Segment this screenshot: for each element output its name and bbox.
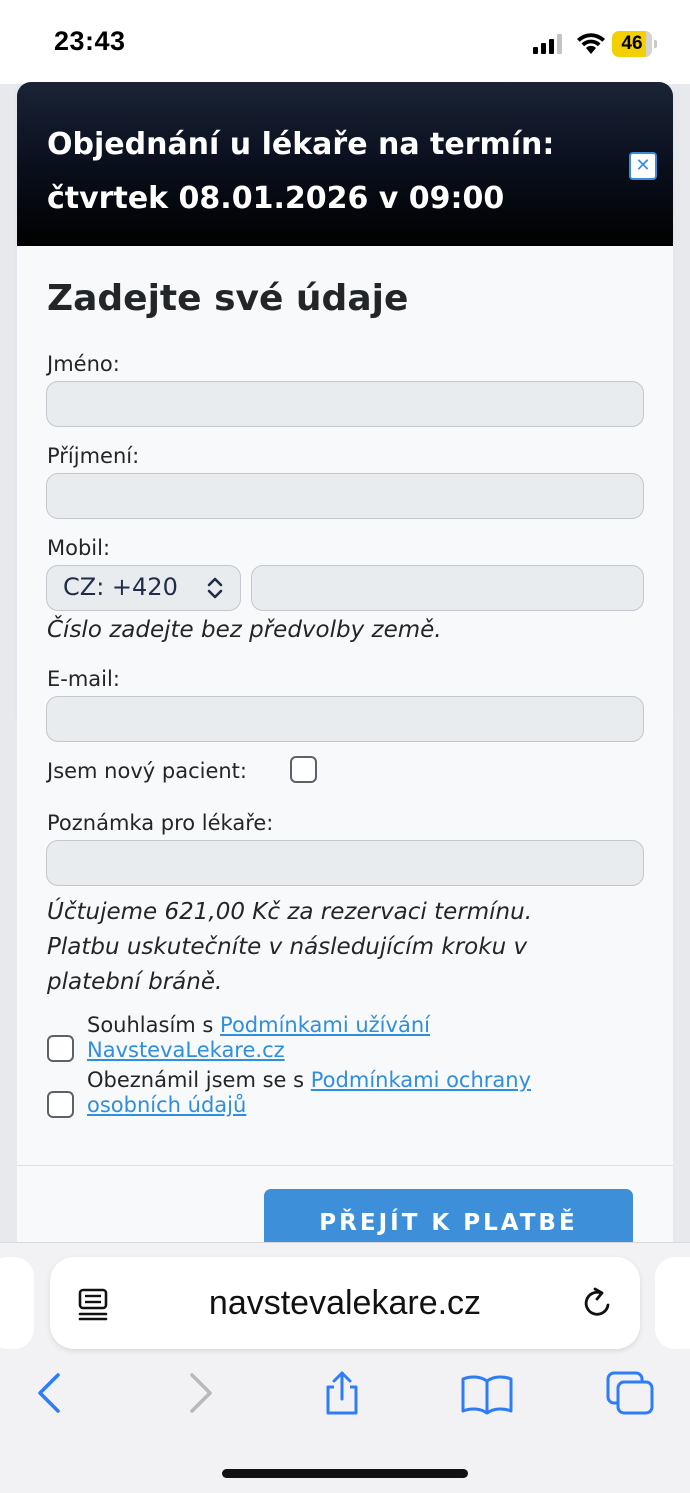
mobile-number-input[interactable]	[251, 565, 644, 611]
modal-header: Objednání u lékaře na termín: čtvrtek 08…	[17, 82, 673, 246]
payment-note: Účtujeme 621,00 Kč za rezervaci termínu.…	[47, 895, 647, 1000]
cellular-signal-icon	[533, 34, 562, 54]
bookmarks-icon[interactable]	[460, 1371, 514, 1415]
booking-modal: Objednání u lékaře na termín: čtvrtek 08…	[17, 82, 673, 1242]
first-name-input[interactable]	[46, 381, 644, 427]
modal-divider	[17, 1165, 673, 1166]
country-code-select[interactable]: CZ: +420	[46, 565, 241, 611]
address-bar[interactable]: navstevalekare.cz	[50, 1257, 640, 1349]
privacy-link[interactable]: Podmínkami ochrany	[311, 1068, 531, 1092]
payment-note-line3: platební bráně.	[47, 969, 223, 995]
email-input[interactable]	[46, 696, 644, 742]
email-label: E-mail:	[47, 667, 120, 691]
first-name-label: Jméno:	[47, 352, 120, 376]
privacy-link-continued[interactable]: osobních údajů	[87, 1093, 246, 1117]
mobile-hint: Číslo zadejte bez předvolby země.	[47, 617, 442, 643]
mobile-label: Mobil:	[47, 536, 111, 560]
last-name-input[interactable]	[46, 473, 644, 519]
proceed-to-payment-button[interactable]: PŘEJÍT K PLATBĚ	[264, 1189, 633, 1242]
url-text: navstevalekare.cz	[208, 1284, 482, 1322]
close-icon: ✕	[635, 155, 651, 176]
browser-toolbar: navstevalekare.cz	[0, 1242, 690, 1493]
payment-note-line2: Platbu uskutečníte v následujícím kroku …	[47, 934, 528, 960]
home-indicator	[222, 1469, 468, 1478]
back-icon[interactable]	[28, 1371, 72, 1415]
modal-title: Objednání u lékaře na termín: čtvrtek 08…	[47, 118, 607, 226]
terms-link[interactable]: Podmínkami užívání	[220, 1013, 430, 1037]
doctor-note-label: Poznámka pro lékaře:	[47, 811, 274, 835]
modal-title-line1: Objednání u lékaře na termín:	[47, 127, 555, 162]
chevron-up-down-icon	[207, 577, 223, 599]
close-button[interactable]: ✕	[629, 152, 657, 180]
privacy-consent-text: Obeznámil jsem se s Podmínkami ochrany o…	[87, 1068, 647, 1118]
privacy-consent-checkbox[interactable]	[47, 1091, 74, 1118]
payment-note-line1: Účtujeme 621,00 Kč za rezervaci termínu.	[47, 899, 533, 925]
next-tab-preview[interactable]	[655, 1257, 690, 1349]
doctor-note-input[interactable]	[46, 840, 644, 886]
battery-level-text: 46	[621, 33, 643, 54]
previous-tab-preview[interactable]	[0, 1257, 34, 1349]
last-name-label: Příjmení:	[47, 444, 140, 468]
new-patient-checkbox[interactable]	[290, 756, 317, 783]
country-code-value: CZ: +420	[63, 573, 178, 601]
form-heading: Zadejte své údaje	[47, 278, 409, 319]
forward-icon[interactable]	[178, 1371, 222, 1415]
terms-consent-text: Souhlasím s Podmínkami užívání NavstevaL…	[87, 1013, 647, 1063]
new-patient-label: Jsem nový pacient:	[47, 759, 247, 783]
share-icon[interactable]	[320, 1371, 364, 1415]
status-bar: 23:43 46	[0, 0, 690, 84]
modal-title-line2: čtvrtek 08.01.2026 v 09:00	[47, 181, 505, 216]
terms-link-continued[interactable]: NavstevaLekare.cz	[87, 1038, 285, 1062]
reload-icon[interactable]	[580, 1285, 616, 1321]
wifi-icon	[577, 33, 605, 54]
status-time: 23:43	[54, 26, 126, 56]
privacy-consent-prefix: Obeznámil jsem se s	[87, 1068, 311, 1092]
tabs-icon[interactable]	[606, 1371, 656, 1415]
terms-consent-prefix: Souhlasím s	[87, 1013, 221, 1037]
terms-consent-checkbox[interactable]	[47, 1035, 74, 1062]
battery-icon: 46	[612, 31, 658, 57]
